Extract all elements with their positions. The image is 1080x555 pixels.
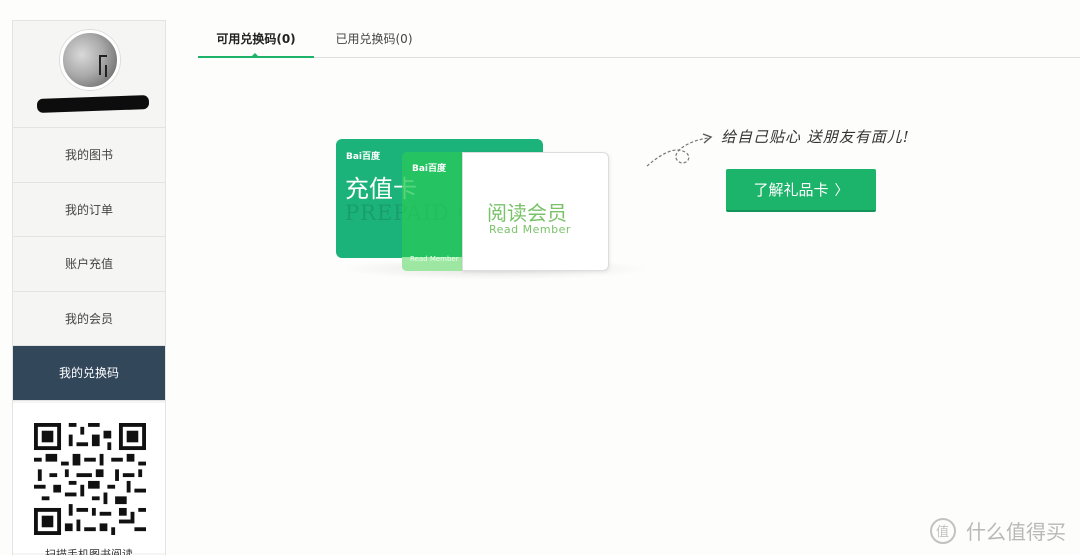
chevron-right-icon: 〉 — [834, 182, 849, 199]
qr-panel: 扫描手机图书阅读 — [13, 403, 165, 555]
qr-caption: 扫描手机图书阅读 — [45, 548, 133, 555]
watermark-text: 什么值得买 — [966, 520, 1066, 544]
sidebar-item-my-membership[interactable]: 我的会员 — [13, 292, 165, 346]
gift-card-illustration: Bai百度 充值卡 PREPAID CARD Bai百度 Read Member… — [330, 134, 660, 284]
site-watermark: 什么值得买 — [930, 516, 1066, 545]
card-brand-logo: Bai百度 — [346, 152, 381, 162]
member-card-footer: Read Member — [410, 255, 459, 263]
sidebar-item-redeem-codes[interactable]: 我的兑换码 — [13, 346, 165, 401]
member-card-right: 阅读会员 Read Member — [462, 152, 609, 271]
sidebar-item-recharge[interactable]: 账户充值 — [13, 237, 165, 292]
sidebar-item-my-orders[interactable]: 我的订单 — [13, 183, 165, 237]
qr-code — [34, 423, 146, 535]
sidebar: 我的图书 我的订单 账户充值 我的会员 我的兑换码 扫描手机图书阅读 — [12, 20, 166, 555]
slogan-text: 给自己贴心 送朋友有面儿! — [721, 128, 910, 146]
learn-gift-card-button[interactable]: 了解礼品卡 〉 — [726, 169, 876, 212]
member-card-brand: Bai百度 — [412, 164, 447, 174]
tab-bar: 可用兑换码(0) 已用兑换码(0) — [198, 20, 1080, 58]
curly-arrow-icon — [646, 133, 713, 167]
learn-gift-card-label: 了解礼品卡 — [753, 181, 829, 199]
member-card-left: Bai百度 Read Member — [402, 152, 464, 271]
sidebar-item-my-books[interactable]: 我的图书 — [13, 128, 165, 183]
promo-slogan: 给自己贴心 送朋友有面儿! — [645, 122, 965, 172]
tab-available-codes[interactable]: 可用兑换码(0) — [198, 20, 314, 58]
user-profile — [13, 21, 165, 128]
member-card-subtitle: Read Member — [489, 223, 571, 236]
watermark-logo-icon — [930, 517, 956, 544]
redacted-username — [36, 95, 150, 113]
avatar[interactable] — [60, 30, 120, 90]
member-card-title: 阅读会员 — [487, 201, 567, 225]
tab-used-codes[interactable]: 已用兑换码(0) — [318, 20, 430, 58]
